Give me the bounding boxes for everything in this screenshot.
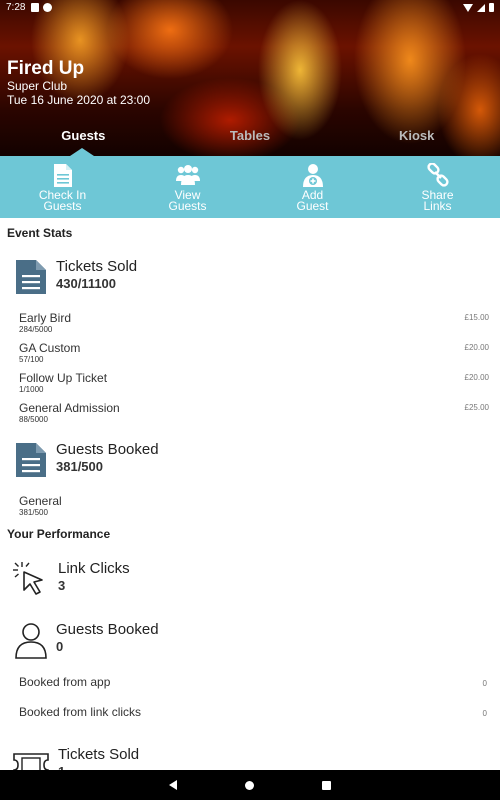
event-stats-heading: Event Stats bbox=[7, 226, 73, 240]
action-bar: Check In Guests View Guests Add Guest Sh… bbox=[0, 156, 500, 218]
booked-from-link-clicks-value: 0 bbox=[482, 709, 487, 718]
status-bar: 7:28 bbox=[0, 0, 500, 15]
event-header: 7:28 Fired Up Super Club Tue 16 June 202… bbox=[0, 0, 500, 156]
guests-booked-stat: Guests Booked 381/500 bbox=[14, 441, 159, 479]
tickets-sold-label: Tickets Sold bbox=[56, 258, 138, 275]
ticket-type-row: Early Bird 284/5000 £15.00 bbox=[19, 311, 489, 335]
cursor-click-icon bbox=[13, 562, 43, 595]
ticket-type-price: £25.00 bbox=[464, 403, 489, 412]
performance-guests-booked-label: Guests Booked bbox=[56, 621, 159, 638]
booked-from-app-label: Booked from app bbox=[19, 675, 111, 689]
sync-icon bbox=[43, 3, 53, 12]
stats-content[interactable]: Event Stats Tickets Sold 430/11100 Early… bbox=[0, 218, 500, 770]
view-guests-label-line2: Guests bbox=[168, 199, 207, 213]
add-guest-label-line2: Guest bbox=[296, 199, 329, 213]
user-icon bbox=[15, 623, 47, 659]
booked-from-link-clicks-label: Booked from link clicks bbox=[19, 705, 142, 719]
ticket-type-count: 284/5000 bbox=[19, 325, 53, 334]
home-icon[interactable] bbox=[245, 780, 254, 790]
booked-from-app-value: 0 bbox=[482, 679, 487, 688]
ticket-type-price: £20.00 bbox=[464, 343, 489, 352]
tickets-sold-value: 430/11100 bbox=[56, 276, 117, 291]
tickets-sold-stat: Tickets Sold 430/11100 bbox=[14, 258, 137, 296]
performance-tickets-sold-stat: Tickets Sold 1 bbox=[12, 746, 139, 770]
notification-icon bbox=[31, 3, 40, 12]
document-icon bbox=[16, 443, 46, 477]
booked-from-link-clicks-row: Booked from link clicks 0 bbox=[19, 705, 489, 719]
ticket-type-price: £20.00 bbox=[464, 373, 489, 382]
people-icon bbox=[175, 162, 201, 188]
ticket-type-name: Follow Up Ticket bbox=[19, 371, 108, 385]
event-title: Fired Up bbox=[7, 58, 85, 79]
active-tab-indicator bbox=[70, 148, 94, 156]
document-icon bbox=[16, 260, 46, 294]
link-icon bbox=[426, 162, 450, 188]
performance-guests-booked-stat: Guests Booked 0 bbox=[14, 621, 159, 659]
recent-apps-icon[interactable] bbox=[322, 780, 331, 790]
event-date: Tue 16 June 2020 at 23:00 bbox=[7, 93, 151, 107]
ticket-type-count: 1/1000 bbox=[19, 385, 44, 394]
ticket-type-name: GA Custom bbox=[19, 341, 81, 355]
system-nav-bar bbox=[0, 770, 500, 800]
ticket-icon bbox=[13, 753, 49, 770]
your-performance-heading: Your Performance bbox=[7, 527, 111, 541]
booked-from-app-row: Booked from app 0 bbox=[19, 675, 489, 689]
document-icon bbox=[53, 162, 73, 188]
check-in-label-line2: Guests bbox=[43, 199, 82, 213]
check-in-guests-button[interactable]: Check In Guests bbox=[0, 156, 125, 218]
share-links-button[interactable]: Share Links bbox=[375, 156, 500, 218]
add-guest-button[interactable]: Add Guest bbox=[250, 156, 375, 218]
guest-list-row: General 381/500 bbox=[19, 494, 489, 518]
battery-icon bbox=[489, 3, 494, 12]
performance-tickets-sold-label: Tickets Sold bbox=[58, 746, 140, 763]
link-clicks-label: Link Clicks bbox=[58, 560, 130, 577]
wifi-icon bbox=[463, 3, 473, 12]
back-icon[interactable] bbox=[169, 780, 177, 790]
event-venue: Super Club bbox=[7, 79, 68, 93]
guests-booked-value: 381/500 bbox=[56, 459, 103, 474]
share-links-label-line2: Links bbox=[423, 199, 452, 213]
status-time: 7:28 bbox=[6, 2, 26, 13]
ticket-type-count: 88/5000 bbox=[19, 415, 48, 424]
guest-list-count: 381/500 bbox=[19, 508, 48, 517]
ticket-type-row: Follow Up Ticket 1/1000 £20.00 bbox=[19, 371, 489, 395]
link-clicks-stat: Link Clicks 3 bbox=[12, 560, 130, 598]
ticket-type-row: General Admission 88/5000 £25.00 bbox=[19, 401, 489, 425]
signal-icon bbox=[477, 3, 485, 12]
performance-guests-booked-value: 0 bbox=[56, 639, 64, 654]
guests-booked-label: Guests Booked bbox=[56, 441, 159, 458]
tab-tables[interactable]: Tables bbox=[167, 120, 334, 156]
link-clicks-value: 3 bbox=[58, 578, 66, 593]
ticket-type-row: GA Custom 57/100 £20.00 bbox=[19, 341, 489, 365]
ticket-type-count: 57/100 bbox=[19, 355, 44, 364]
ticket-type-name: Early Bird bbox=[19, 311, 72, 325]
tab-kiosk[interactable]: Kiosk bbox=[333, 120, 500, 156]
ticket-type-price: £15.00 bbox=[464, 313, 489, 322]
add-user-icon bbox=[302, 162, 324, 188]
ticket-type-name: General Admission bbox=[19, 401, 120, 415]
guest-list-name: General bbox=[19, 494, 62, 508]
view-guests-button[interactable]: View Guests bbox=[125, 156, 250, 218]
